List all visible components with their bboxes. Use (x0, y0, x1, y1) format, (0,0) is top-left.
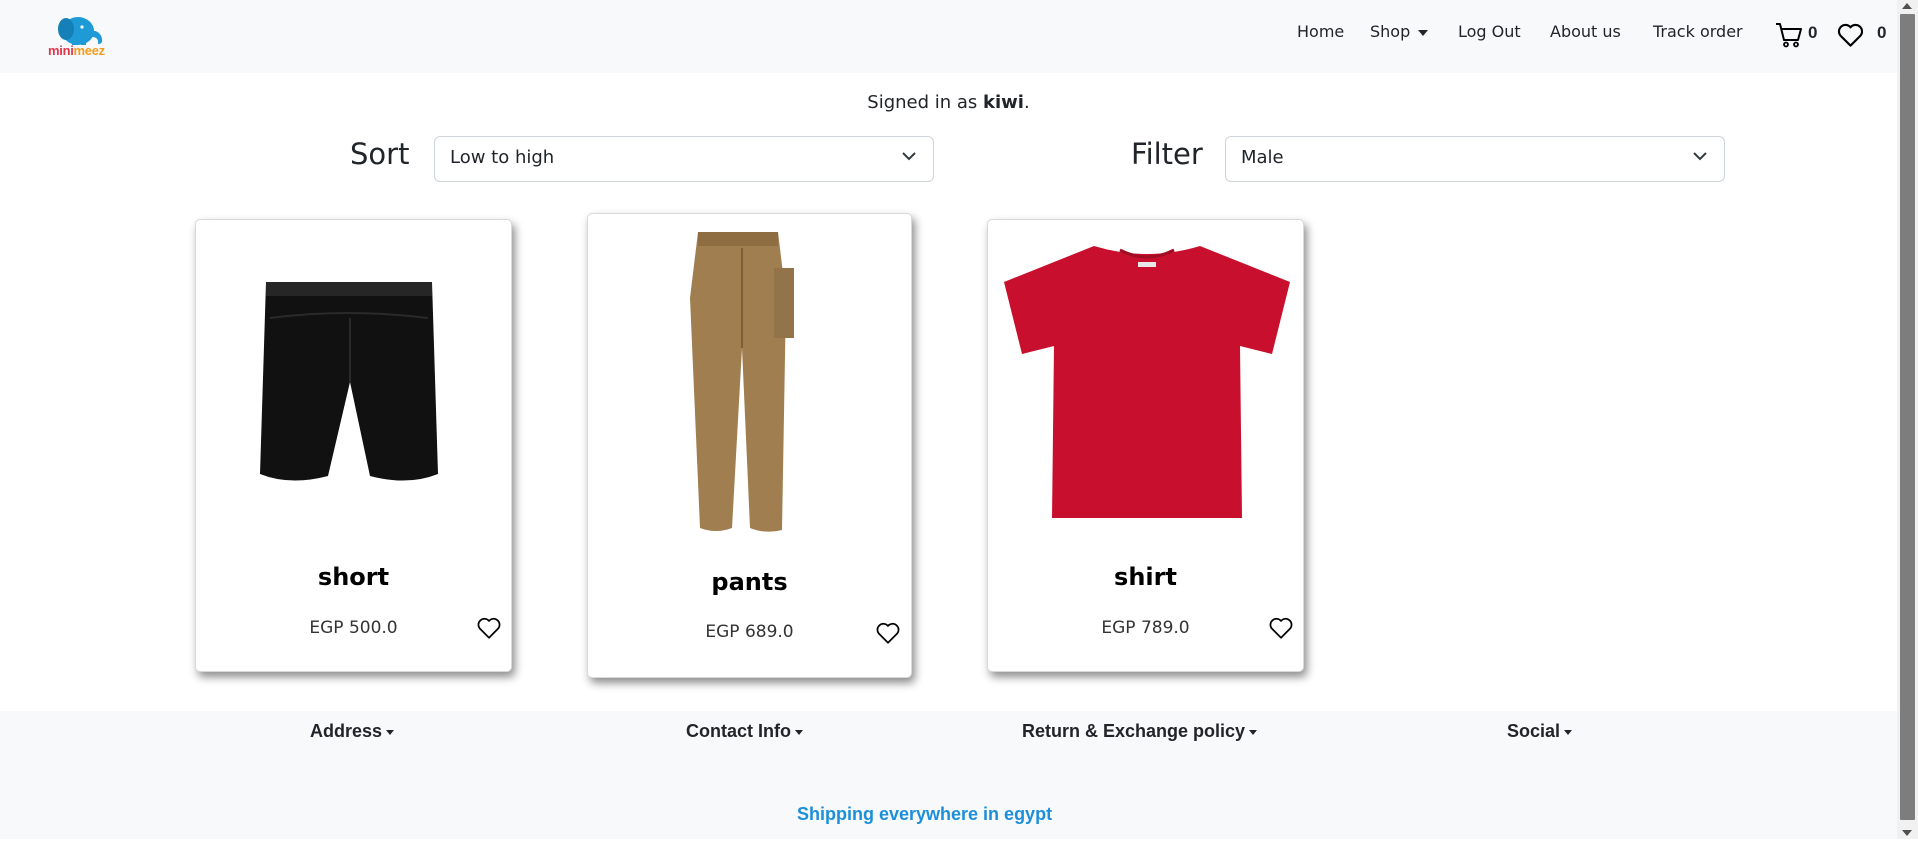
nav-shop-label: Shop (1370, 22, 1411, 41)
brand-name-part1: mini (48, 43, 74, 58)
product-card[interactable]: short EGP 500.0 (195, 219, 512, 672)
caret-down-icon (1249, 729, 1258, 735)
shipping-notice: Shipping everywhere in egypt (797, 804, 1053, 824)
page-scrollbar[interactable] (1897, 0, 1918, 839)
brand-name: minimeez (48, 43, 105, 58)
product-price: EGP 789.0 (1101, 618, 1190, 638)
chevron-down-icon (902, 152, 916, 161)
product-image-shorts[interactable] (258, 278, 440, 486)
sort-select[interactable]: Low to high (434, 136, 934, 182)
footer-social-label: Social (1507, 721, 1561, 741)
wishlist-heart-icon[interactable] (1836, 22, 1865, 48)
nav-home[interactable]: Home (1297, 22, 1344, 41)
product-image-pants[interactable] (688, 228, 804, 534)
product-name[interactable]: pants (588, 568, 911, 596)
brand-logo[interactable]: minimeez (48, 13, 112, 59)
footer-policy-dropdown[interactable]: Return & Exchange policy (1022, 721, 1258, 742)
product-card[interactable]: pants EGP 689.0 (587, 213, 912, 678)
cart-count: 0 (1808, 23, 1818, 42)
signed-in-username: kiwi (983, 92, 1024, 113)
brand-name-part2: meez (73, 43, 106, 58)
product-price: EGP 689.0 (705, 622, 794, 642)
footer-contact-dropdown[interactable]: Contact Info (686, 721, 803, 742)
navbar: minimeez Home Shop Log Out About us Trac… (0, 0, 1897, 73)
add-to-wishlist-heart-icon[interactable] (1268, 616, 1294, 640)
nav-about[interactable]: About us (1550, 22, 1621, 41)
caret-down-icon (1418, 29, 1429, 36)
footer-address-dropdown[interactable]: Address (310, 721, 395, 742)
footer-address-label: Address (310, 721, 383, 741)
product-name[interactable]: shirt (988, 563, 1303, 591)
product-name[interactable]: short (196, 563, 511, 591)
footer-policy-label: Return & Exchange policy (1022, 721, 1246, 741)
sort-selected-value: Low to high (450, 147, 555, 168)
filter-selected-value: Male (1241, 147, 1284, 168)
product-card[interactable]: shirt EGP 789.0 (987, 219, 1304, 672)
nav-shop[interactable]: Shop (1370, 22, 1429, 41)
footer-contact-label: Contact Info (686, 721, 791, 741)
wishlist-count: 0 (1877, 23, 1887, 42)
sort-label: Sort (350, 137, 410, 171)
chevron-down-icon (1693, 152, 1707, 161)
add-to-wishlist-heart-icon[interactable] (875, 621, 901, 645)
caret-down-icon (386, 729, 395, 735)
caret-down-icon (795, 729, 803, 735)
footer: Address Contact Info Return & Exchange p… (0, 711, 1897, 839)
scroll-up-arrow-icon[interactable] (1902, 3, 1912, 9)
add-to-wishlist-heart-icon[interactable] (476, 616, 502, 640)
product-image-shirt[interactable] (1002, 242, 1292, 520)
filter-label: Filter (1131, 137, 1203, 171)
scroll-down-arrow-icon[interactable] (1902, 830, 1912, 836)
product-price: EGP 500.0 (309, 618, 398, 638)
caret-down-icon (1564, 729, 1573, 735)
nav-logout[interactable]: Log Out (1458, 22, 1521, 41)
signed-in-status: Signed in as kiwi. (0, 92, 1897, 113)
elephant-logo-icon (58, 17, 103, 45)
footer-social-dropdown[interactable]: Social (1507, 721, 1573, 742)
cart-icon[interactable] (1775, 22, 1803, 48)
filter-select[interactable]: Male (1225, 136, 1725, 182)
nav-track-order[interactable]: Track order (1653, 22, 1743, 41)
signed-in-suffix: . (1023, 92, 1030, 113)
signed-in-prefix: Signed in as (867, 92, 984, 113)
scrollbar-thumb[interactable] (1900, 14, 1915, 820)
